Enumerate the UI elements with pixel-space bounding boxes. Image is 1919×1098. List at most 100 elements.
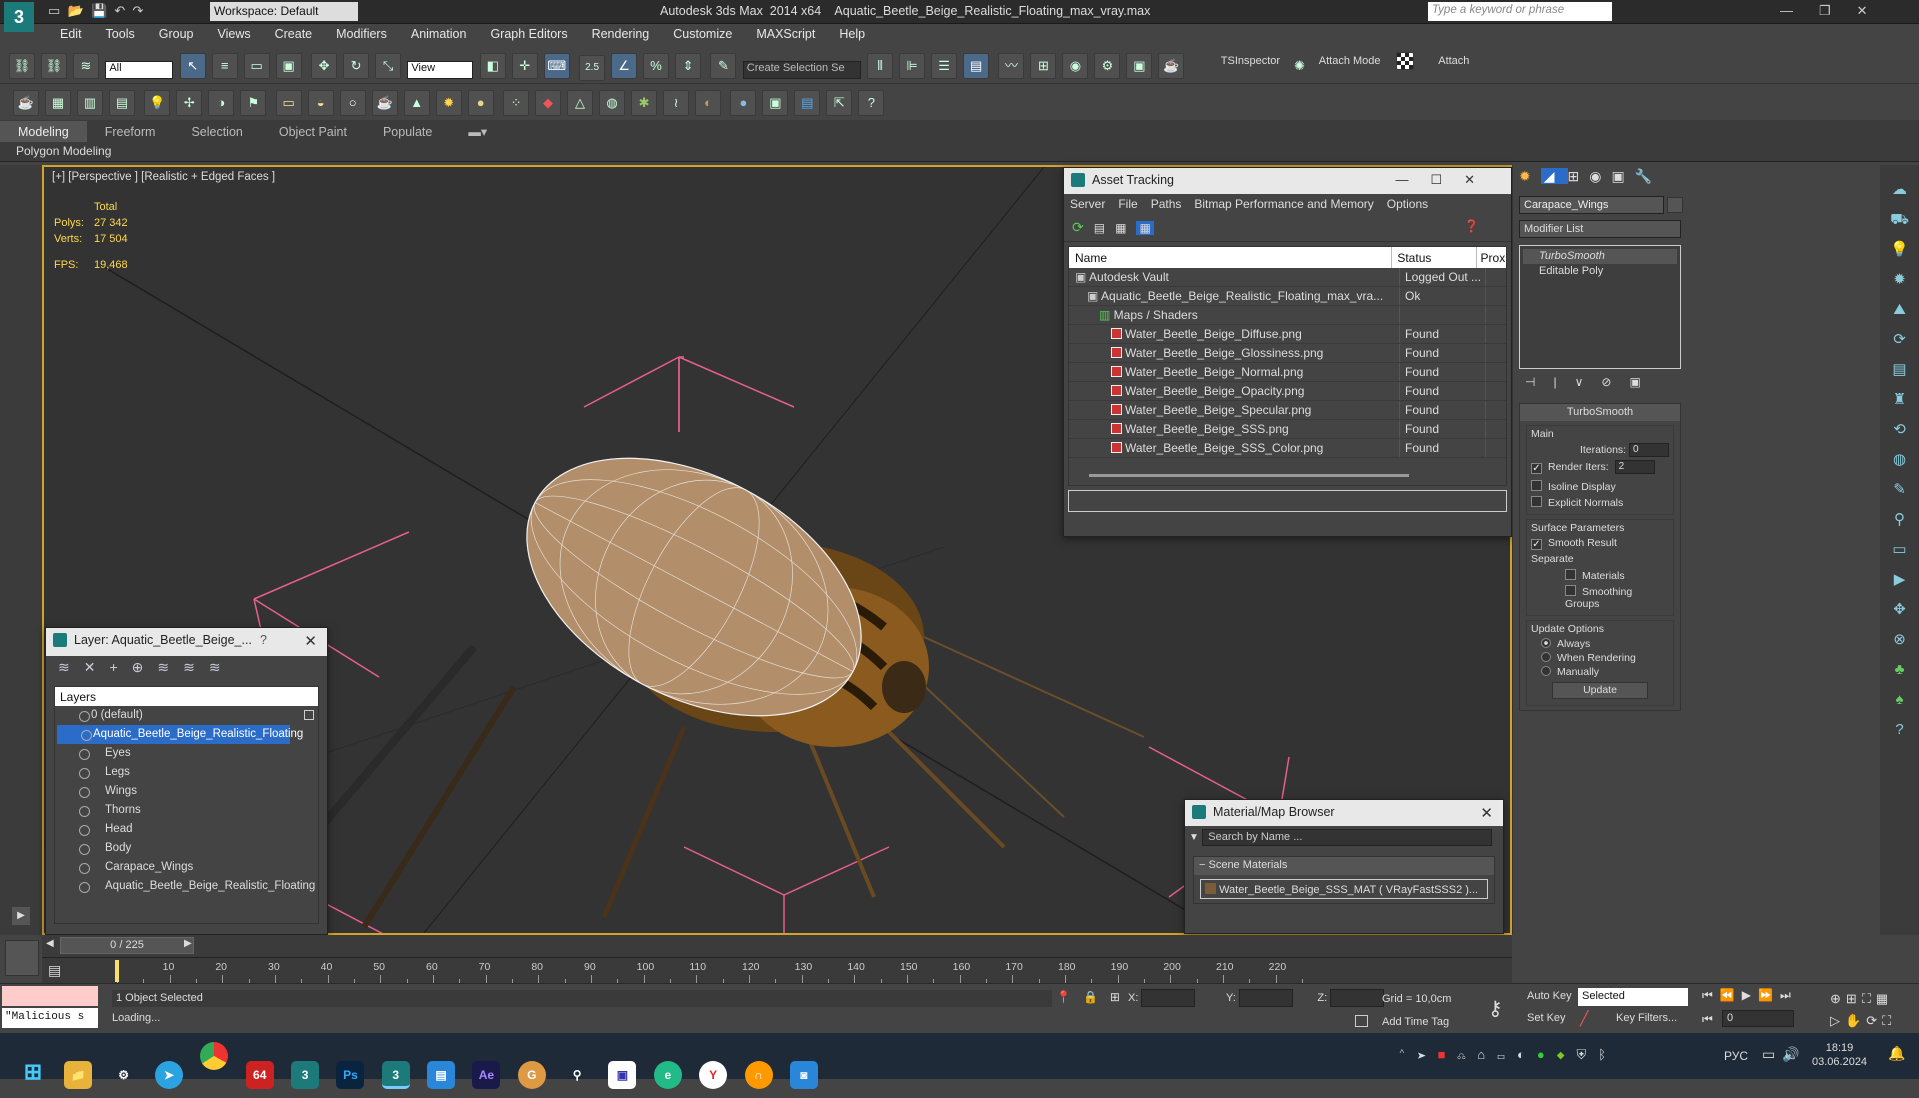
next-frame-icon[interactable]: ⏩ — [1758, 988, 1780, 1002]
tray-nvidia-icon[interactable]: ◆ — [1557, 1047, 1577, 1062]
attach-mode-icon[interactable]: ✺ — [1286, 54, 1312, 80]
dome-light-icon[interactable]: ◑ — [208, 90, 235, 116]
light-icon[interactable]: 💡 — [144, 90, 171, 116]
refresh-icon[interactable]: ⟳ — [1888, 325, 1911, 355]
frame-buffer-icon[interactable]: ▣ — [762, 90, 789, 116]
prev-frame-icon[interactable]: ⏪ — [1720, 988, 1742, 1002]
proxy-icon[interactable]: ⚑ — [240, 90, 267, 116]
explicit-normals-checkbox[interactable] — [1531, 496, 1542, 507]
list-view-icon[interactable]: ▤ — [1094, 221, 1105, 235]
maxscript-listener[interactable] — [2, 986, 98, 1006]
update-button[interactable]: Update — [1552, 682, 1648, 699]
menu-item-group[interactable]: Group — [147, 24, 206, 44]
layer-object-item[interactable]: Eyes — [55, 744, 318, 763]
keyboard-shortcut-icon[interactable]: ⌨ — [543, 53, 570, 79]
dropdown-arrow-icon[interactable]: ▼ — [1189, 832, 1199, 843]
modify-tab-icon[interactable]: ◢ — [1540, 168, 1568, 184]
render-icon[interactable]: ☕ — [1158, 53, 1185, 79]
refresh-icon[interactable]: ⟳ — [1072, 219, 1084, 235]
displacement-icon[interactable]: ◐ — [695, 90, 722, 116]
asset-menu-bitmap[interactable]: Bitmap Performance and Memory — [1194, 197, 1373, 211]
asset-row[interactable]: Water_Beetle_Beige_Specular.png Found — [1069, 401, 1506, 420]
select-in-layer-icon[interactable]: ⊕ — [132, 659, 158, 675]
menu-item-customize[interactable]: Customize — [661, 24, 744, 44]
time-prev-icon[interactable]: ◀ — [46, 938, 54, 949]
align-icon[interactable]: ⊫ — [899, 53, 926, 79]
calculator-icon[interactable]: ▤ — [109, 90, 135, 116]
utilities-tab-icon[interactable]: 🔧 — [1635, 168, 1662, 184]
particle-icon[interactable]: ⁘ — [503, 90, 530, 116]
pin-stack-icon[interactable]: ⊣ — [1525, 375, 1553, 389]
tree-icon[interactable]: ⛰ — [1888, 295, 1911, 325]
camera-icon[interactable]: ◙ — [789, 1061, 818, 1089]
book-icon[interactable]: ▤ — [1888, 355, 1911, 385]
trees-icon[interactable]: ♣ — [1888, 655, 1911, 685]
store-icon[interactable]: ▣ — [608, 1061, 637, 1089]
snap-toggle-icon[interactable]: 2.5 — [579, 55, 606, 81]
always-radio[interactable] — [1541, 638, 1551, 648]
tray-bluetooth-icon[interactable]: ᛒ — [1598, 1047, 1618, 1062]
attach-label[interactable]: Attach — [1438, 55, 1469, 67]
asset-menu-server[interactable]: Server — [1070, 197, 1105, 211]
menu-item-views[interactable]: Views — [205, 24, 262, 44]
menu-item-maxscript[interactable]: MAXScript — [744, 24, 827, 44]
smooth-result-checkbox[interactable]: ✓ — [1531, 539, 1542, 550]
mini-curve-editor-icon[interactable] — [5, 940, 39, 976]
material-editor-icon[interactable]: ◉ — [1062, 53, 1089, 79]
lamp-icon[interactable]: ⚲ — [1888, 505, 1911, 535]
plane-icon[interactable]: ▭ — [275, 90, 302, 116]
layer-window-titlebar[interactable]: Layer: Aquatic_Beetle_Beige_... ? ✕ — [46, 628, 327, 656]
chrome-icon[interactable] — [200, 1042, 229, 1070]
minimize-icon[interactable]: — — [1780, 3, 1819, 18]
key-mode-dropdown[interactable]: Selected — [1578, 988, 1688, 1006]
ribbon-tab-modeling[interactable]: Modeling — [0, 121, 87, 143]
ref-coord-dropdown[interactable]: View — [407, 60, 474, 79]
render-queue-icon[interactable]: ▤ — [794, 90, 821, 116]
asset-row[interactable]: Water_Beetle_Beige_Diffuse.png Found — [1069, 325, 1506, 344]
set-key-icon[interactable]: ╱ — [1580, 1010, 1588, 1027]
sun-icon[interactable]: ○ — [339, 90, 366, 116]
asset-row[interactable]: Water_Beetle_Beige_SSS.png Found — [1069, 420, 1506, 439]
make-unique-icon[interactable]: ∨ — [1575, 375, 1602, 389]
task-view-icon[interactable]: ⚙ — [110, 1061, 138, 1089]
schematic-view-icon[interactable]: ⊞ — [1030, 53, 1057, 79]
menu-item-create[interactable]: Create — [263, 24, 325, 44]
sun-light-icon[interactable]: ✹ — [435, 90, 462, 116]
menu-item-graph-editors[interactable]: Graph Editors — [478, 24, 579, 44]
app-orange-icon[interactable]: ∩ — [744, 1061, 773, 1089]
teapot-icon[interactable]: ☕ — [13, 90, 39, 116]
time-tag-icon[interactable] — [1355, 1015, 1368, 1027]
restore-icon[interactable]: ❐ — [1819, 3, 1857, 18]
mirror-icon[interactable]: ⫴ — [867, 53, 894, 79]
zoom-all-icon[interactable]: ⊞ — [1846, 991, 1862, 1006]
asset-row[interactable]: Water_Beetle_Beige_Opacity.png Found — [1069, 382, 1506, 401]
curve-toggle-icon[interactable]: ▤ — [48, 962, 61, 979]
z-coord-field[interactable] — [1330, 989, 1385, 1007]
workspace-dropdown[interactable]: Workspace: Default — [210, 2, 358, 21]
add-to-layer-icon[interactable]: + — [109, 659, 131, 675]
checker-icon[interactable] — [1395, 52, 1414, 70]
asset-menu-options[interactable]: Options — [1387, 197, 1428, 211]
col-status[interactable]: Status — [1392, 247, 1477, 268]
time-next-icon[interactable]: ▶ — [184, 938, 192, 949]
turbosmooth-rollout-title[interactable]: TurboSmooth — [1520, 404, 1680, 421]
move-icon[interactable]: ✥ — [1888, 595, 1911, 625]
display-tab-icon[interactable]: ▣ — [1611, 168, 1634, 184]
zoom-all-extents-icon[interactable]: ▦ — [1876, 991, 1893, 1006]
pivot-icon[interactable]: ◧ — [479, 53, 506, 79]
stack-item-turbosmooth[interactable]: TurboSmooth — [1523, 249, 1677, 264]
configure-sets-icon[interactable]: ▣ — [1629, 375, 1658, 389]
key-filters-button[interactable]: Key Filters... — [1616, 1012, 1677, 1024]
asset-menu-paths[interactable]: Paths — [1151, 197, 1182, 211]
maxscript-output[interactable]: "Malicious s — [2, 1008, 98, 1028]
tray-volume-icon[interactable]: 🔊 — [1782, 1046, 1799, 1063]
lock-icon[interactable]: 🔒 — [1083, 990, 1110, 1004]
render-setup-icon[interactable]: ⚙ — [1094, 53, 1121, 79]
new-file-icon[interactable]: ▭ — [48, 3, 60, 18]
ribbon-toggle-icon[interactable]: ▤ — [963, 53, 990, 79]
selection-filter-dropdown[interactable]: All — [105, 60, 174, 79]
maximize-viewport-icon[interactable]: ⛶ — [1882, 1013, 1896, 1028]
swirl-icon[interactable]: ⊗ — [1888, 625, 1911, 655]
export-icon[interactable]: ⇱ — [826, 90, 853, 116]
auto-key-button[interactable]: Auto Key — [1527, 990, 1572, 1002]
